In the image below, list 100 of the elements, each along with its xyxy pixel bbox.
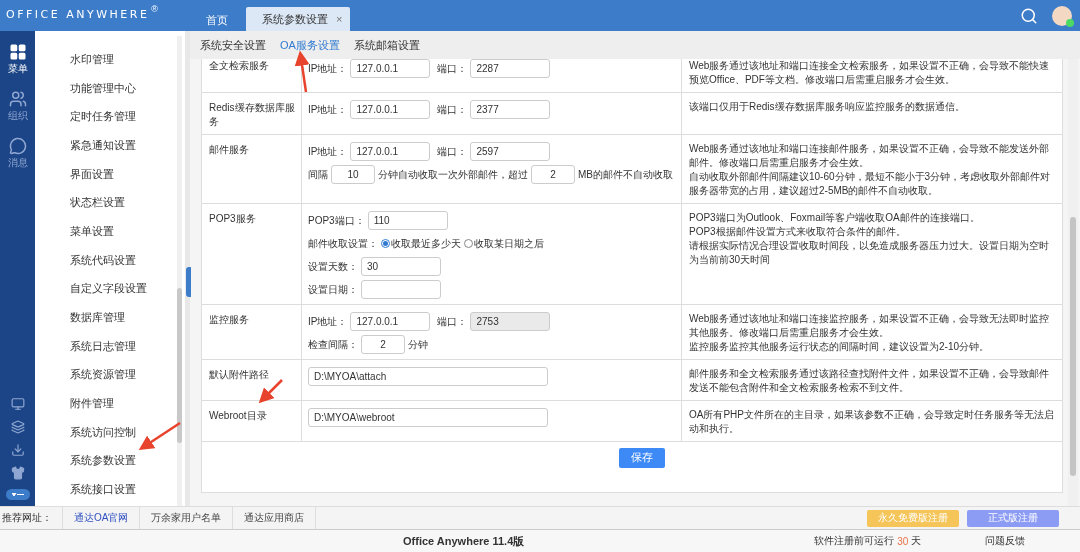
rail-label[interactable]: 菜单 (7, 62, 28, 76)
field-label: MB的邮件不自动收取 (578, 167, 673, 182)
scrollbar[interactable] (177, 36, 182, 506)
input-field[interactable]: 10 (331, 165, 375, 184)
field-label: 设置天数： (308, 259, 358, 274)
menu-item[interactable]: 功能管理中心 (35, 73, 177, 103)
subtab[interactable]: 系统邮箱设置 (353, 37, 420, 53)
close-icon[interactable]: × (336, 13, 343, 25)
registered-mark: ® (151, 4, 158, 14)
input-field[interactable]: 2 (361, 335, 405, 354)
description: Web服务通过该地址和端口连接监控服务，如果设置不正确，会导致无法即时监控其他服务。修改端口后需重启服务才会生效。 (689, 312, 1051, 340)
expand-button[interactable] (5, 489, 30, 500)
input-field[interactable]: 110 (367, 211, 448, 230)
subtab[interactable]: 系统安全设置 (200, 37, 266, 53)
setting-name: POP3服务 (209, 213, 256, 224)
field-label: 分钟 (408, 337, 428, 352)
menu-item[interactable]: 系统日志管理 (35, 331, 177, 361)
trial-days: 30 (897, 535, 909, 547)
field-label: IP地址： (308, 314, 348, 329)
menu-item[interactable]: 系统参数设置 (35, 446, 177, 476)
input-field[interactable]: D:\MYOA\webroot (308, 408, 548, 427)
menu-item[interactable]: 紧急通知设置 (35, 131, 177, 160)
input-field[interactable]: 127.0.0.1 (350, 142, 431, 161)
menu-item[interactable]: 状态栏设置 (35, 188, 177, 218)
links-label: 推荐网址： (1, 511, 53, 525)
trial-unit: 天 (911, 534, 922, 548)
input-field[interactable]: 2 (531, 165, 575, 184)
monitor-icon[interactable] (10, 397, 25, 411)
description: 监控服务监控其他服务运行状态的间隔时间，建议设置为2-10分钟。 (689, 340, 990, 354)
field-label: 端口： (437, 61, 468, 76)
input-field[interactable]: D:\MYOA\attach (308, 367, 548, 386)
version-text: Office Anywhere 11.4版 (403, 533, 525, 549)
chat-icon (8, 137, 27, 155)
description: OA所有PHP文件所在的主目录，如果该参数不正确，会导致定时任务服务等无法启动和执行。 (689, 408, 1055, 436)
subtab[interactable]: OA服务设置 (280, 37, 340, 53)
description: 请根据实际情况合理设置收取时间段，以免造成服务器压力过大。设置日期为空时为当前前30天时间 (689, 239, 1050, 267)
panel-toggle[interactable] (186, 267, 191, 297)
avatar[interactable] (1052, 5, 1072, 26)
menu-item[interactable]: 数据库管理 (35, 303, 177, 332)
menu-item[interactable]: 系统接口设置 (35, 475, 177, 504)
setting-name: 邮件服务 (209, 144, 249, 155)
menu-item[interactable]: 定时任务管理 (35, 102, 177, 132)
download-icon[interactable] (10, 443, 25, 457)
input-field[interactable]: 2287 (470, 59, 551, 78)
stack-icon[interactable] (10, 420, 25, 434)
setting-name: 全文检索服务 (209, 60, 269, 71)
field-label: 检查间隔： (308, 337, 358, 352)
description: POP3端口为Outlook、Foxmail等客户端收取OA邮件的连接端口。 (689, 211, 981, 225)
setting-name: Redis缓存数据库服务 (209, 102, 295, 127)
tab[interactable]: 首页 (188, 9, 246, 31)
tab[interactable]: 系统参数设置 × (246, 7, 351, 31)
shirt-icon[interactable] (10, 466, 25, 480)
description: 该端口仅用于Redis缓存数据库服务响应监控服务的数据通信。 (689, 100, 966, 114)
setting-name: 默认附件路径 (209, 369, 269, 380)
annotation-arrow (294, 50, 310, 93)
field-label: IP地址： (308, 61, 348, 76)
field-label: IP地址： (308, 102, 348, 117)
field-label: 分钟自动收取一次外部邮件，超过 (378, 167, 528, 182)
rail-label[interactable]: 消息 (7, 156, 28, 170)
field-label: 端口： (437, 314, 468, 329)
logo: OFFICE ANYWHERE (6, 8, 150, 21)
input-field[interactable]: 127.0.0.1 (350, 312, 431, 331)
input-field[interactable]: 127.0.0.1 (350, 59, 431, 78)
input-field[interactable]: 2377 (470, 100, 551, 119)
trial-text: 软件注册前可运行 (814, 534, 895, 548)
menu-item[interactable]: 系统访问控制 (35, 417, 177, 447)
field-label: 邮件收取设置： (308, 236, 378, 251)
input-field[interactable] (361, 280, 441, 299)
online-dot (1066, 18, 1074, 27)
grid-icon (8, 43, 27, 61)
scrollbar[interactable] (1068, 59, 1078, 506)
setting-name: Webroot目录 (209, 410, 267, 421)
radio-button[interactable] (381, 239, 390, 248)
field-label: 设置日期： (308, 282, 358, 297)
input-field[interactable]: 30 (361, 257, 441, 276)
radio-label: 收取某日期之后 (474, 236, 544, 251)
description: 自动收取外部邮件间隔建议10-60分钟，最短不能小于3分钟，考虑收取外部邮件对服务器带宽的占用，建议超过2-5MB的邮件不自动收取。 (689, 170, 1052, 198)
rail-label[interactable]: 组织 (7, 109, 28, 123)
menu-item[interactable]: 水印管理 (35, 45, 177, 74)
field-label: 间隔 (308, 167, 328, 182)
caret-icon (11, 492, 24, 497)
menu-item[interactable]: 系统代码设置 (35, 245, 177, 275)
search-icon[interactable] (1020, 6, 1038, 25)
feedback-link[interactable]: 问题反馈 (985, 534, 1026, 548)
field-label: IP地址： (308, 144, 348, 159)
users-icon (8, 90, 27, 108)
annotation-arrow (258, 379, 283, 404)
menu-item[interactable]: 附件管理 (35, 389, 177, 418)
input-field[interactable]: 127.0.0.1 (350, 100, 431, 119)
menu-item[interactable]: 自定义字段设置 (35, 274, 177, 304)
field-label: 端口： (437, 102, 468, 117)
description: Web服务通过该地址和端口连接邮件服务，如果设置不正确，会导致不能发送外部邮件。修改端口后需重启服务才会生效。 (689, 142, 1051, 170)
description: POP3根据邮件设置方式来收取符合条件的邮件。 (689, 225, 907, 239)
menu-item[interactable]: 菜单设置 (35, 217, 177, 246)
radio-label: 收取最近多少天 (391, 236, 461, 251)
input-field[interactable]: 2597 (470, 142, 551, 161)
menu-item[interactable]: 界面设置 (35, 159, 177, 189)
annotation-arrow (138, 421, 181, 451)
description: Web服务通过该地址和端口连接全文检索服务，如果设置不正确，会导致不能快速预览Office、PDF等文档。修改端口后需重启服务才会生效。 (689, 59, 1051, 87)
menu-item[interactable]: 系统资源管理 (35, 360, 177, 390)
